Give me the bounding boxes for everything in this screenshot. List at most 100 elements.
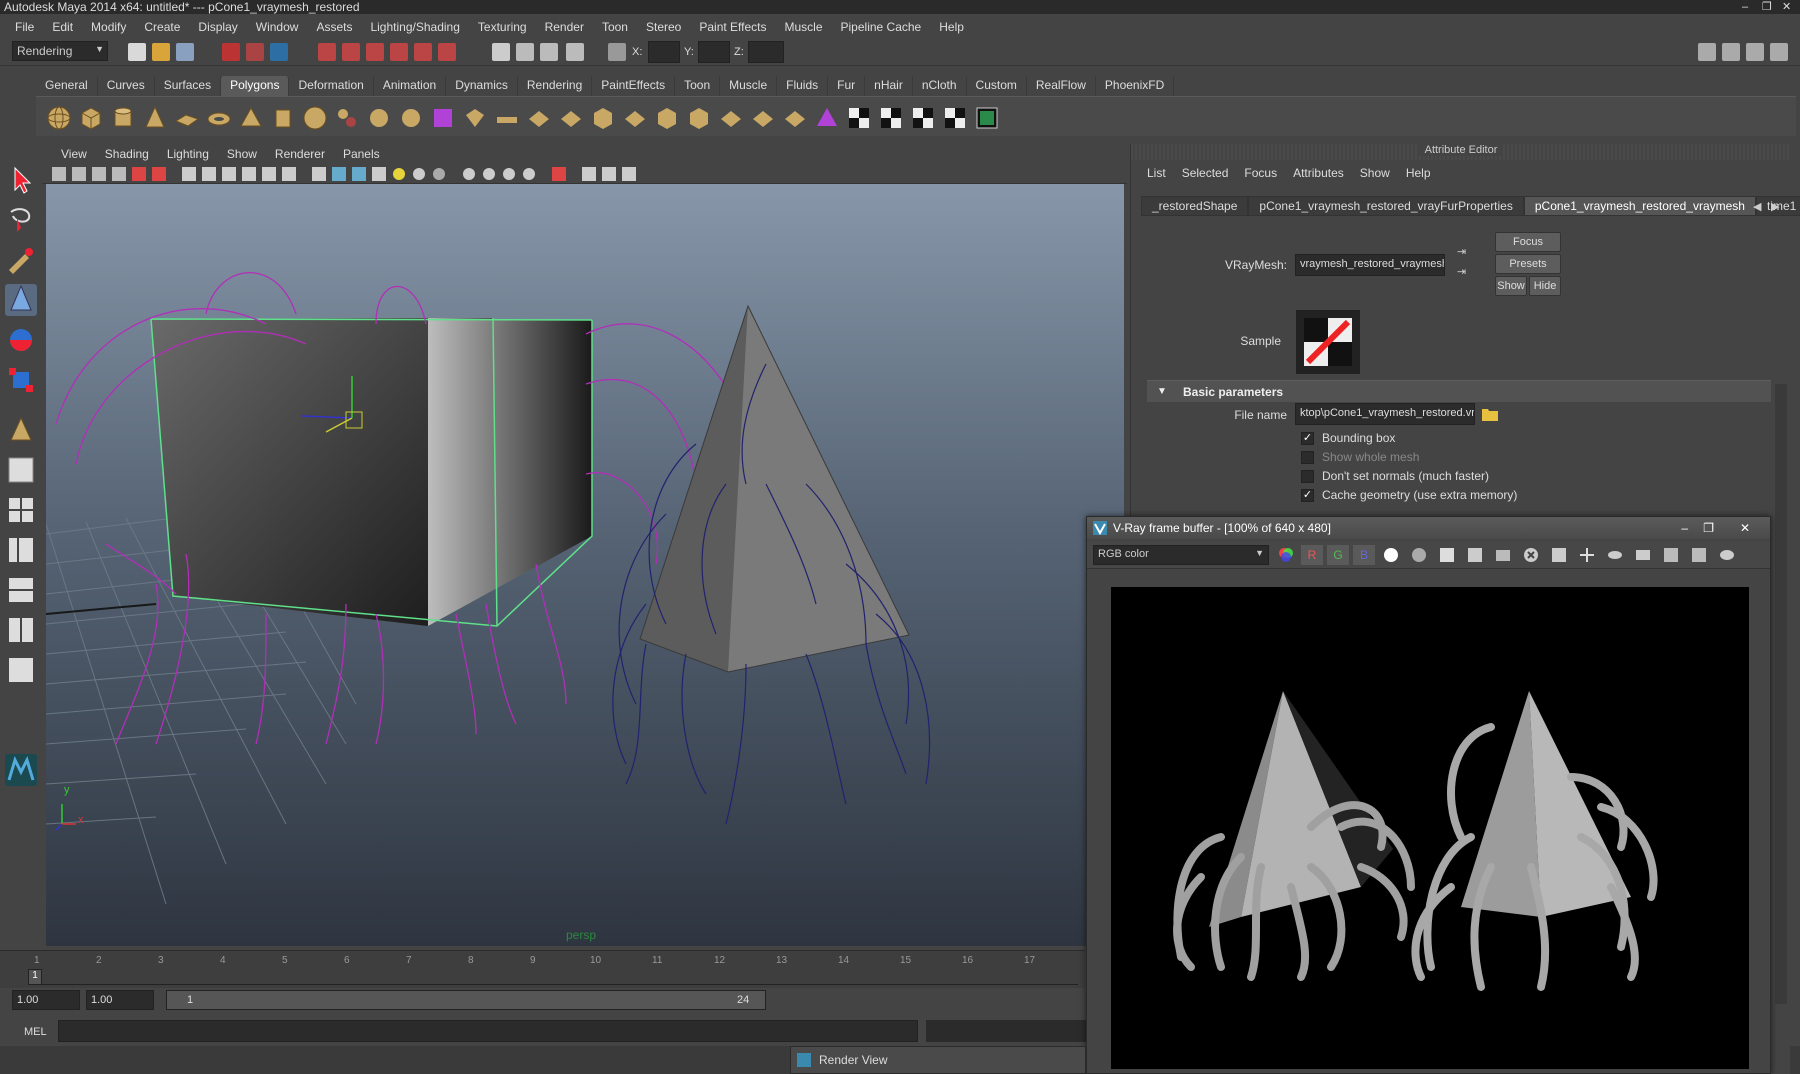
ae-tab-vray-fur-properties[interactable]: pCone1_vraymesh_restored_vrayFurProperti… [1248,196,1524,216]
color-correction-icon[interactable] [1691,547,1707,563]
collapse-triangle-icon[interactable]: ▼ [1157,381,1167,403]
clear-image-icon[interactable] [1495,547,1511,563]
panel-menu-panels[interactable]: Panels [334,147,389,161]
focus-button[interactable]: Focus [1495,232,1561,252]
shaded-wire-icon[interactable] [332,167,346,181]
menu-create[interactable]: Create [135,20,189,34]
new-scene-icon[interactable] [128,43,146,61]
planar-mapping-icon[interactable] [846,105,872,131]
color-channels-icon[interactable] [1277,546,1295,564]
vfb-maximize-button[interactable]: ❐ [1703,517,1714,539]
cache-geometry-checkbox[interactable]: ✓ [1301,489,1314,503]
isolate-select-icon[interactable] [312,167,326,181]
basic-parameters-section[interactable]: ▼ Basic parameters [1147,380,1771,402]
snap-view-plane-icon[interactable] [390,43,408,61]
history-icon[interactable] [438,43,456,61]
z-field[interactable] [748,41,784,63]
shelf-tab-ncloth[interactable]: nCloth [913,76,967,96]
select-object-icon[interactable] [246,43,264,61]
menu-file[interactable]: File [6,20,43,34]
motion-blur-icon[interactable] [483,168,495,180]
spherical-mapping-icon[interactable] [910,105,936,131]
xray-icon[interactable] [282,167,296,181]
paint-select-tool-icon[interactable] [5,244,37,276]
select-camera-icon[interactable] [602,167,616,181]
attribute-editor-icon[interactable] [1722,43,1740,61]
menu-display[interactable]: Display [189,20,246,34]
menu-edit[interactable]: Edit [43,20,82,34]
poly-soccer-ball-icon[interactable] [302,105,328,131]
share-icon[interactable] [622,167,636,181]
depth-of-field-icon[interactable] [523,168,535,180]
poly-sphere-icon[interactable] [46,105,72,131]
menu-texturing[interactable]: Texturing [469,20,536,34]
tabs-scroll-right-icon[interactable]: ▶ [1771,200,1779,213]
uv-texture-editor-icon[interactable] [974,105,1000,131]
outliner-layout-icon[interactable] [5,534,37,566]
shelf-tab-nhair[interactable]: nHair [865,76,913,96]
close-button[interactable]: ✕ [1782,0,1791,14]
menuset-dropdown[interactable]: Rendering ▼ [12,41,108,61]
last-tool-icon[interactable] [5,414,37,446]
duplicate-face-icon[interactable] [782,105,808,131]
file-name-field[interactable]: ktop\pCone1_vraymesh_restored.vrmesh [1295,403,1475,425]
green-channel-button[interactable]: G [1327,545,1349,565]
graph-editor-layout-icon[interactable] [5,574,37,606]
ae-tab-vraymesh[interactable]: pCone1_vraymesh_restored_vraymesh [1523,196,1756,216]
show-button[interactable]: Show [1495,276,1527,296]
monochrome-icon[interactable] [1411,547,1427,563]
time-slider-track[interactable]: 1 2 3 4 5 6 7 8 9 10 11 12 13 14 15 16 1… [28,955,1078,985]
vfb-title-bar[interactable]: V-Ray frame buffer - [100% of 640 x 480]… [1087,517,1770,539]
insert-edge-loop-icon[interactable] [590,105,616,131]
range-slider[interactable]: 1 24 [166,990,766,1010]
extract-icon[interactable] [814,105,840,131]
camera-attributes-icon[interactable] [52,167,66,181]
command-line-input[interactable] [58,1020,918,1042]
load-image-icon[interactable] [1467,547,1483,563]
lens-effects-icon[interactable] [1663,547,1679,563]
vfb-close-button[interactable]: ✕ [1740,517,1750,539]
vfb-minimize-button[interactable]: – [1681,517,1688,539]
snap-curve-icon[interactable] [342,43,360,61]
shelf-tab-animation[interactable]: Animation [374,76,447,96]
split-polygon-icon[interactable] [558,105,584,131]
minimize-button[interactable]: – [1742,0,1748,14]
snap-live-icon[interactable] [414,43,432,61]
menu-modify[interactable]: Modify [82,20,135,34]
lasso-tool-icon[interactable] [5,204,37,236]
menu-lighting-shading[interactable]: Lighting/Shading [361,20,468,34]
x-field[interactable] [648,41,680,63]
default-light-icon[interactable] [393,168,405,180]
modeling-toolkit-icon[interactable] [1698,43,1716,61]
poke-face-icon[interactable] [718,105,744,131]
shelf-tab-painteffects[interactable]: PaintEffects [592,76,676,96]
extrude-icon[interactable] [462,105,488,131]
shelf-tab-phoenixfd[interactable]: PhoenixFD [1096,76,1175,96]
shelf-tab-custom[interactable]: Custom [967,76,1027,96]
four-pane-layout-icon[interactable] [5,494,37,526]
image-plane-icon[interactable] [92,167,106,181]
menu-paint-effects[interactable]: Paint Effects [690,20,775,34]
no-lights-icon[interactable] [433,168,445,180]
poly-pyramid-icon[interactable] [238,105,264,131]
single-pane-layout-icon[interactable] [5,454,37,486]
textured-icon[interactable] [222,167,236,181]
panel-menu-lighting[interactable]: Lighting [158,147,218,161]
shelf-tab-toon[interactable]: Toon [675,76,721,96]
perspective-viewport[interactable]: y x persp [46,184,1124,946]
select-hierarchy-icon[interactable] [222,43,240,61]
folder-icon[interactable] [1481,406,1499,422]
render-frame-icon[interactable] [492,43,510,61]
panel-menu-renderer[interactable]: Renderer [266,147,334,161]
menu-window[interactable]: Window [247,20,308,34]
shelf-tab-rendering[interactable]: Rendering [518,76,593,96]
cylindrical-mapping-icon[interactable] [878,105,904,131]
panel-menu-shading[interactable]: Shading [96,147,158,161]
shelf-tab-deformation[interactable]: Deformation [289,76,374,96]
bevel-icon[interactable] [654,105,680,131]
alpha-channel-icon[interactable] [1383,547,1399,563]
poly-pipe-icon[interactable] [270,105,296,131]
anti-alias-icon[interactable] [503,168,515,180]
rotate-tool-icon[interactable] [5,324,37,356]
shelf-tab-realflow[interactable]: RealFlow [1027,76,1096,96]
